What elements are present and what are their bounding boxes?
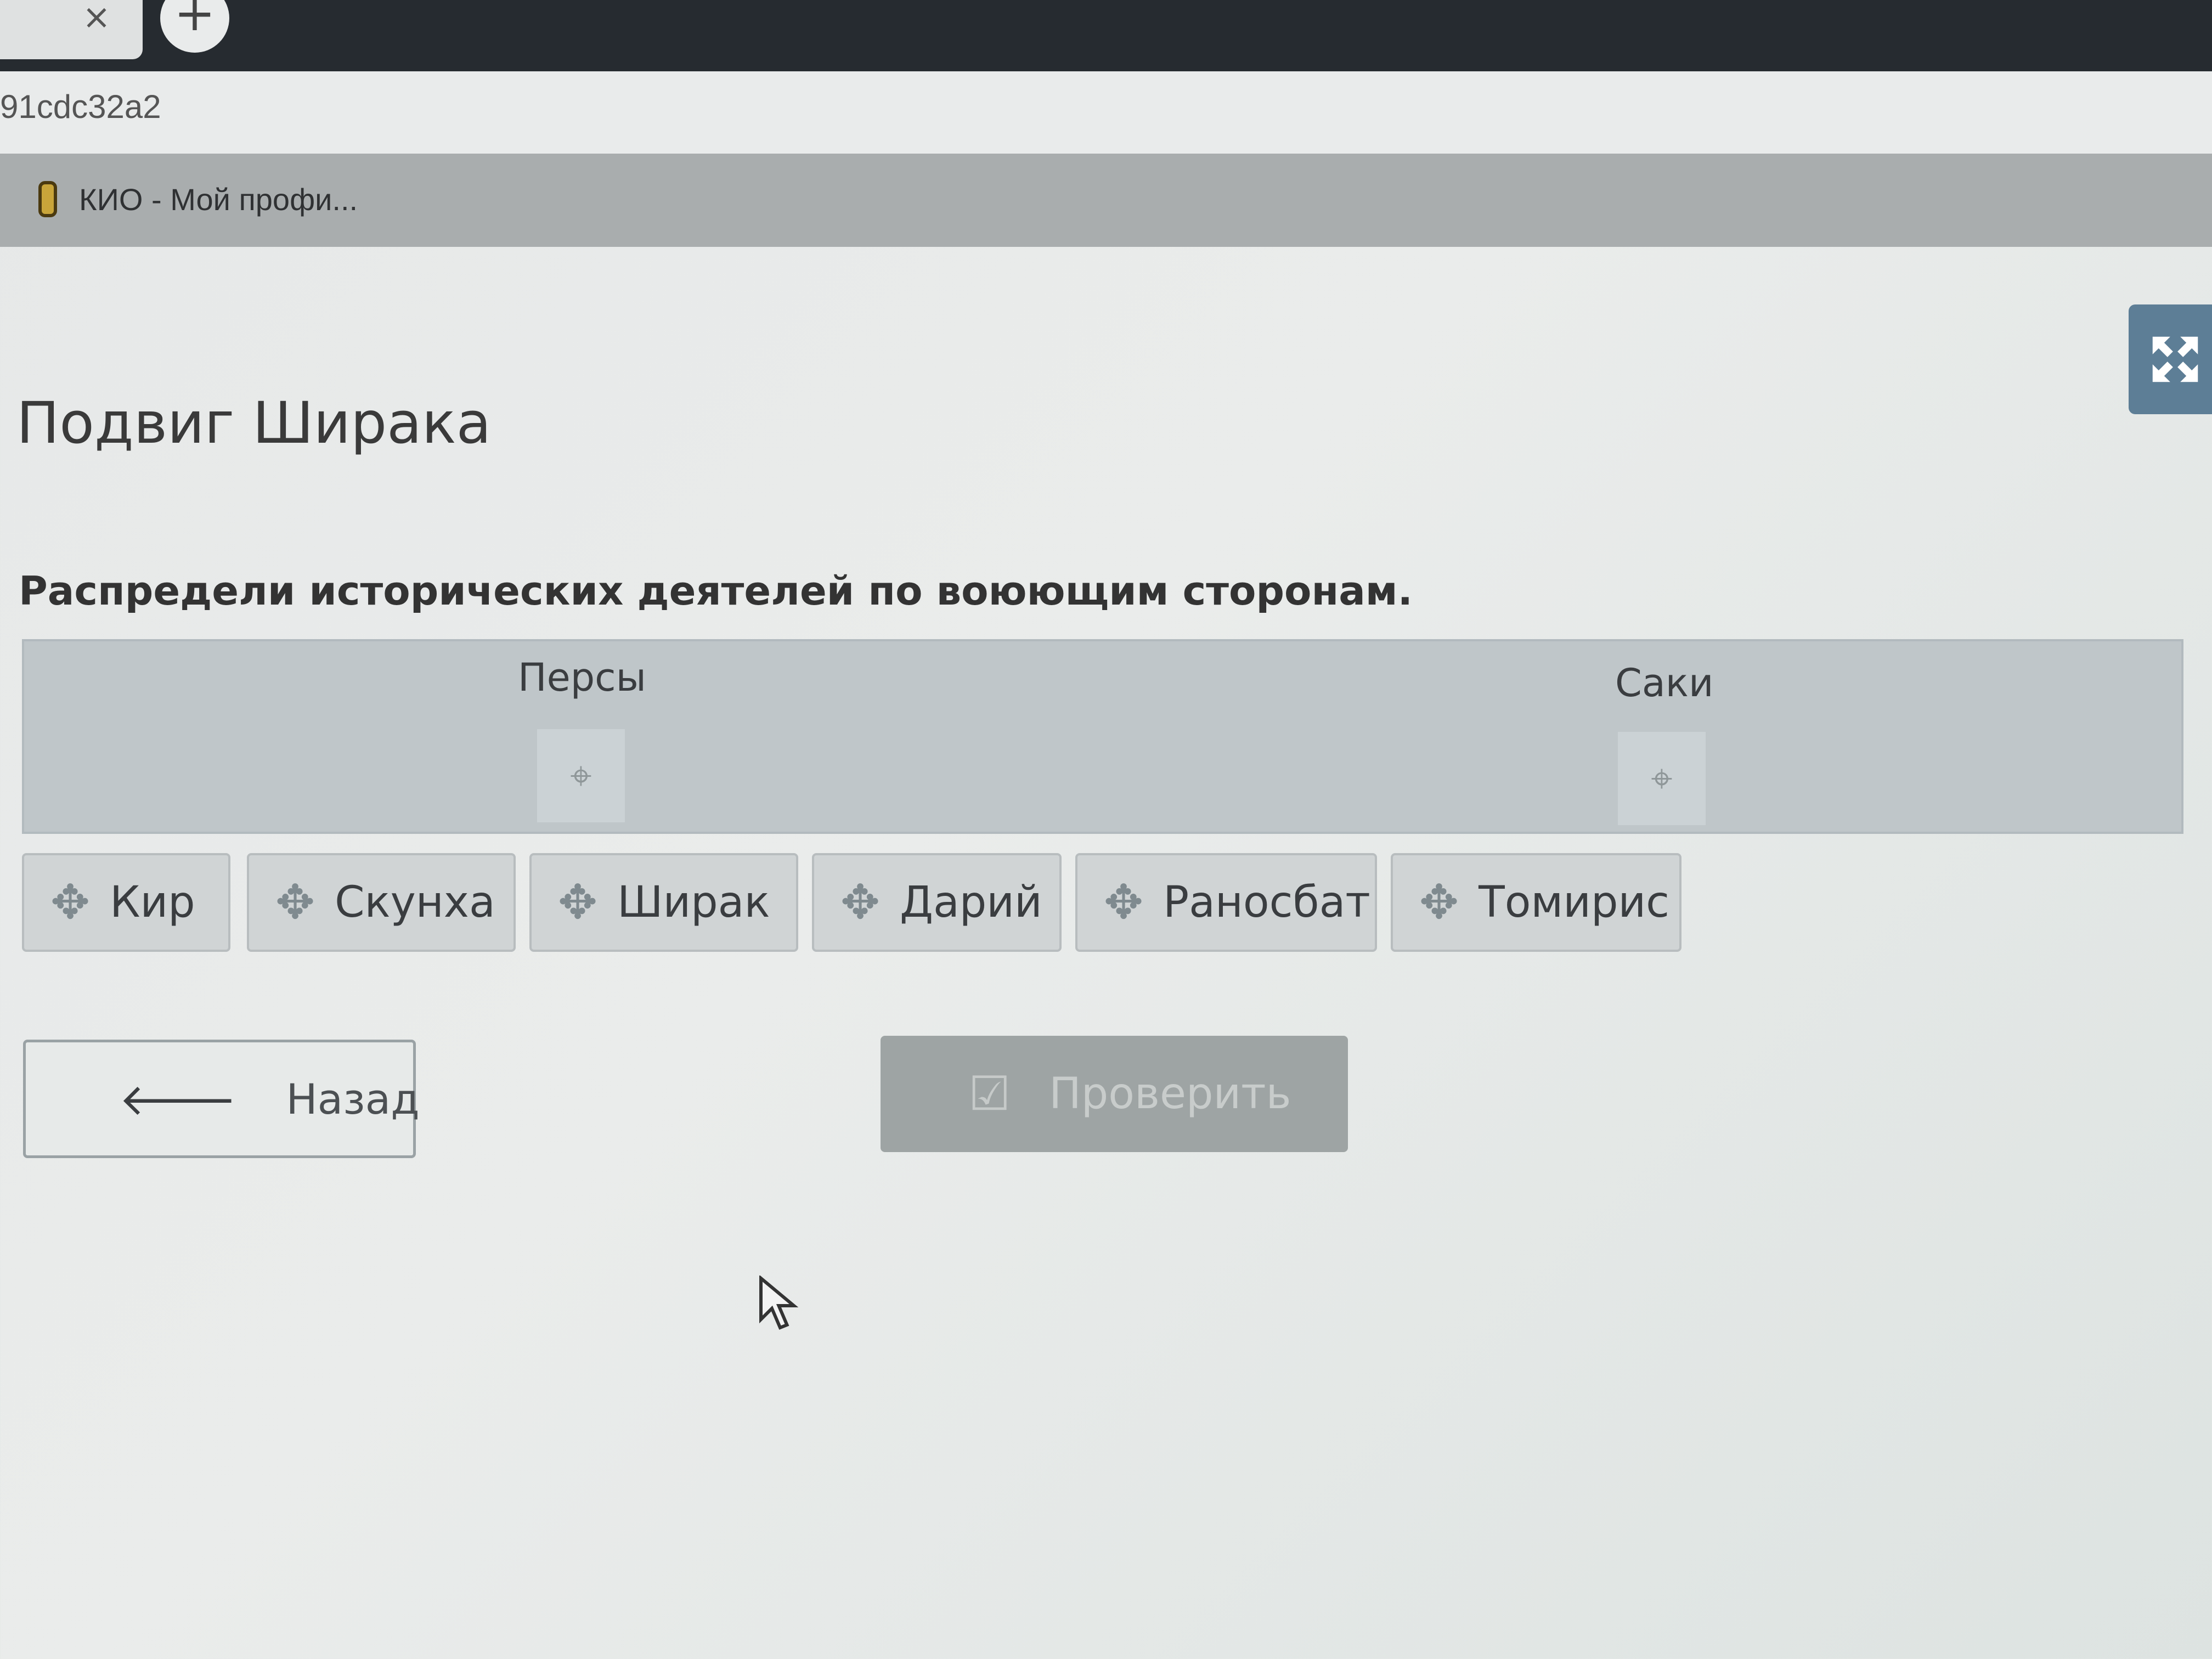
dropzone-label-saki: Саки	[1615, 661, 1714, 706]
back-button[interactable]: 🡐 Назад	[23, 1040, 420, 1158]
bookmark-favicon-icon	[38, 181, 57, 217]
dropzone-saki[interactable]: ⌖	[1618, 732, 1706, 825]
card-tomiris[interactable]: ✥ Томирис	[1391, 853, 1681, 952]
drop-target-icon: ⌖	[570, 753, 592, 798]
mouse-cursor-icon	[759, 1276, 799, 1330]
drop-target-icon: ⌖	[1651, 756, 1673, 801]
bookmark-kio-profile[interactable]: КИО - Мой профи...	[38, 169, 358, 229]
task-instruction: Распредели исторических деятелей по воюю…	[19, 568, 1413, 614]
move-icon: ✥	[275, 875, 315, 930]
card-label: Скунха	[335, 878, 495, 927]
move-icon: ✥	[50, 875, 91, 930]
card-label: Ширак	[617, 878, 770, 927]
dropzone-label-persians: Персы	[518, 655, 646, 700]
check-button[interactable]: ☑ Проверить	[881, 1036, 1348, 1152]
back-button-label: Назад	[286, 1074, 420, 1124]
card-skunkha[interactable]: ✥ Скунха	[247, 853, 516, 952]
close-tab-icon[interactable]: ×	[82, 0, 111, 34]
browser-tab-bar: × +	[0, 0, 2212, 71]
move-icon: ✥	[558, 875, 598, 930]
url-text[interactable]: 91cdc32a2	[0, 88, 161, 126]
expand-arrows-icon	[2152, 336, 2198, 382]
drop-area: Персы ⌖ Саки ⌖	[22, 639, 2183, 834]
address-bar[interactable]: 91cdc32a2	[0, 71, 2212, 154]
card-darius[interactable]: ✥ Дарий	[812, 853, 1062, 952]
check-button-label: Проверить	[1049, 1069, 1291, 1119]
card-label: Томирис	[1479, 878, 1670, 927]
card-label: Кир	[110, 878, 195, 927]
page-title: Подвиг Ширака	[16, 390, 492, 456]
bookmark-label: КИО - Мой профи...	[79, 182, 358, 217]
move-icon: ✥	[1419, 875, 1459, 930]
card-kir[interactable]: ✥ Кир	[22, 853, 230, 952]
bookmarks-bar: КИО - Мой профи...	[0, 154, 2212, 247]
move-icon: ✥	[1104, 875, 1144, 930]
arrow-left-icon: 🡐	[119, 1074, 237, 1125]
card-label: Дарий	[900, 878, 1042, 927]
card-label: Раносбат	[1163, 878, 1370, 927]
dropzone-persians[interactable]: ⌖	[537, 729, 625, 822]
checkbox-icon: ☑	[968, 1066, 1011, 1121]
card-ranosbat[interactable]: ✥ Раносбат	[1075, 853, 1377, 952]
new-tab-button[interactable]: +	[160, 0, 229, 53]
browser-tab[interactable]: ×	[0, 0, 143, 59]
move-icon: ✥	[840, 875, 881, 930]
card-shirak[interactable]: ✥ Ширак	[529, 853, 798, 952]
fullscreen-button[interactable]	[2129, 304, 2212, 414]
